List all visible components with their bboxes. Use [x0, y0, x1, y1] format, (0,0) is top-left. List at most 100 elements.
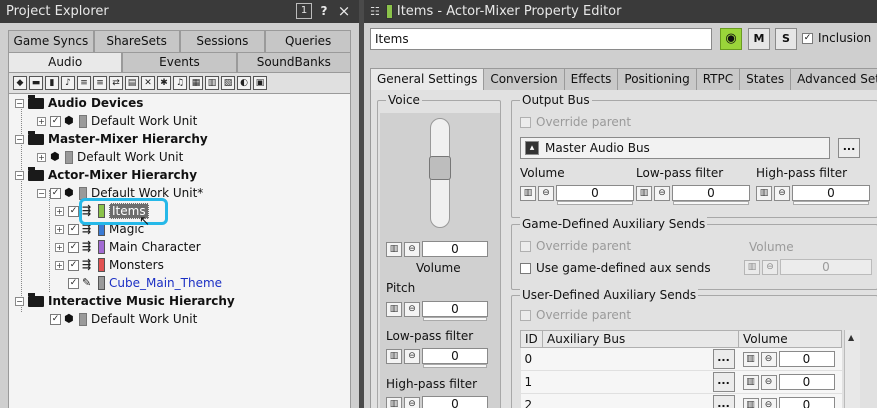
expand-icon[interactable]: + — [55, 224, 64, 234]
voice-highpass-field[interactable]: 0 — [422, 396, 488, 408]
table-row[interactable]: 1 ... ▥ ⊖ 0 — [520, 370, 842, 394]
solo-button[interactable]: S — [775, 28, 797, 50]
table-row[interactable]: 0 ... ▥ ⊖ 0 — [520, 347, 842, 371]
user-aux-override-parent[interactable]: Override parent — [520, 308, 631, 322]
override-checkbox[interactable] — [520, 309, 531, 321]
checkbox[interactable]: ✓ — [68, 259, 79, 271]
rtpc-icon[interactable]: ▥ — [386, 301, 402, 317]
tree-node-actor-mixer[interactable]: − Actor-Mixer Hierarchy — [15, 166, 197, 184]
rtpc-icon[interactable]: ▥ — [386, 348, 402, 364]
tab-conversion[interactable]: Conversion — [483, 68, 565, 90]
playlist-icon[interactable]: ▦ — [189, 76, 203, 90]
random-icon[interactable]: ⇄ — [109, 76, 123, 90]
tree-node-default-work-unit[interactable]: + ⬢ Default Work Unit — [37, 148, 183, 166]
checkbox[interactable]: ✓ — [68, 277, 79, 289]
tree-node-default-work-unit[interactable]: ✓ ⬢ Default Work Unit — [50, 310, 197, 328]
color-palette-button[interactable]: ◉ — [720, 28, 742, 50]
output-highpass-field[interactable]: 0 — [792, 185, 870, 205]
checkbox[interactable]: ✓ — [50, 115, 61, 127]
collapse-icon[interactable]: − — [15, 170, 24, 180]
output-volume-field[interactable]: 0 — [556, 185, 634, 205]
mixer-icon[interactable]: ≡ — [93, 76, 107, 90]
link-icon[interactable]: ⊖ — [404, 241, 420, 257]
game-aux-override-parent[interactable]: Override parent — [520, 239, 631, 253]
browse-aux-button[interactable]: ... — [712, 372, 735, 392]
tree-node-interactive-music[interactable]: − Interactive Music Hierarchy — [15, 292, 235, 310]
link-icon[interactable]: ⊖ — [760, 374, 777, 390]
sequence-icon[interactable]: ▤ — [125, 76, 139, 90]
override-checkbox[interactable] — [520, 240, 531, 252]
expand-icon[interactable]: + — [55, 260, 64, 270]
tab-rtpc[interactable]: RTPC — [695, 68, 741, 90]
volume-slider-thumb[interactable] — [429, 156, 451, 180]
column-header-id[interactable]: ID — [520, 330, 543, 348]
browse-aux-button[interactable]: ... — [712, 349, 735, 369]
inclusion-toggle[interactable]: ✓ Inclusion — [802, 31, 871, 45]
collapse-icon[interactable]: − — [15, 296, 24, 306]
tree-node-cube-main-theme[interactable]: ✓ ✎ Cube_Main_Theme — [68, 274, 222, 292]
checkbox[interactable]: ✓ — [50, 187, 61, 199]
aux-volume-field[interactable]: 0 — [778, 374, 835, 390]
tab-soundbanks[interactable]: SoundBanks — [236, 52, 351, 72]
link-icon[interactable]: ⊖ — [404, 348, 420, 364]
tree-node-main-character[interactable]: + ✓ ⇶ Main Character — [55, 238, 201, 256]
use-game-aux-sends[interactable]: Use game-defined aux sends — [520, 261, 711, 275]
link-icon[interactable]: ⊖ — [404, 301, 420, 317]
link-icon[interactable]: ⊖ — [760, 397, 777, 408]
tree-node-default-work-unit[interactable]: + ✓ ⬢ Default Work Unit — [37, 112, 197, 130]
expand-icon[interactable]: + — [55, 242, 64, 252]
folder-icon[interactable]: ▬ — [29, 76, 43, 90]
column-header-volume[interactable]: Volume — [738, 330, 842, 348]
help-icon[interactable]: ? — [316, 3, 332, 19]
tree-node-monsters[interactable]: + ✓ ⇶ Monsters — [55, 256, 164, 274]
object-name-input[interactable]: Items — [370, 28, 712, 50]
sound-icon[interactable]: ♪ — [61, 76, 75, 90]
rtpc-icon[interactable]: ▥ — [742, 397, 759, 408]
rtpc-icon[interactable]: ▥ — [742, 351, 759, 367]
blend-icon[interactable]: ✱ — [157, 76, 171, 90]
link-icon[interactable]: ⊖ — [760, 351, 777, 367]
link-icon[interactable]: ⊖ — [654, 185, 670, 201]
browse-aux-button[interactable]: ... — [712, 395, 735, 408]
tab-sessions[interactable]: Sessions — [179, 30, 266, 52]
tab-audio[interactable]: Audio — [8, 52, 123, 72]
browse-bus-button[interactable]: ... — [838, 138, 860, 158]
shield-icon[interactable]: ◆ — [13, 76, 27, 90]
checkbox[interactable]: ✓ — [50, 313, 61, 325]
link-icon[interactable]: ⊖ — [404, 396, 420, 408]
rtpc-icon[interactable]: ▥ — [386, 241, 402, 257]
checkbox[interactable]: ✓ — [68, 223, 79, 235]
tab-events[interactable]: Events — [122, 52, 237, 72]
tree-node-audio-devices[interactable]: − Audio Devices — [15, 94, 143, 112]
output-bus-field[interactable]: ▴ Master Audio Bus — [520, 137, 830, 159]
collapse-icon[interactable]: − — [15, 98, 24, 108]
pin-1-button[interactable]: 1 — [296, 3, 312, 19]
editor-menu-icon[interactable]: ☷ — [370, 0, 380, 23]
tree-node-master-mixer[interactable]: − Master-Mixer Hierarchy — [15, 130, 208, 148]
expand-icon[interactable]: + — [55, 206, 64, 216]
close-icon[interactable]: × — [336, 3, 352, 19]
aux-volume-field[interactable]: 0 — [778, 397, 835, 408]
expand-icon[interactable]: + — [37, 152, 46, 162]
rtpc-icon[interactable]: ▥ — [520, 185, 536, 201]
scroll-up-icon[interactable]: ▲ — [848, 333, 854, 342]
collapse-icon[interactable]: − — [37, 188, 46, 198]
track-icon[interactable]: ▧ — [221, 76, 235, 90]
segment-icon[interactable]: ▥ — [205, 76, 219, 90]
checkbox[interactable]: ✓ — [68, 205, 79, 217]
switch-icon[interactable]: ✕ — [141, 76, 155, 90]
rtpc-icon[interactable]: ▥ — [756, 185, 772, 201]
event-icon[interactable]: ◐ — [237, 76, 251, 90]
voice-lowpass-field[interactable]: 0 — [422, 348, 488, 368]
tab-effects[interactable]: Effects — [563, 68, 619, 90]
output-lowpass-field[interactable]: 0 — [672, 185, 750, 205]
use-game-aux-checkbox[interactable] — [520, 262, 531, 274]
list-icon[interactable]: ≡ — [77, 76, 91, 90]
tab-game-syncs[interactable]: Game Syncs — [8, 30, 94, 52]
music-icon[interactable]: ♫ — [173, 76, 187, 90]
tab-sharesets[interactable]: ShareSets — [93, 30, 180, 52]
link-icon[interactable]: ⊖ — [538, 185, 554, 201]
checkbox[interactable]: ✓ — [68, 241, 79, 253]
link-icon[interactable]: ⊖ — [774, 185, 790, 201]
rtpc-icon[interactable]: ▥ — [742, 374, 759, 390]
